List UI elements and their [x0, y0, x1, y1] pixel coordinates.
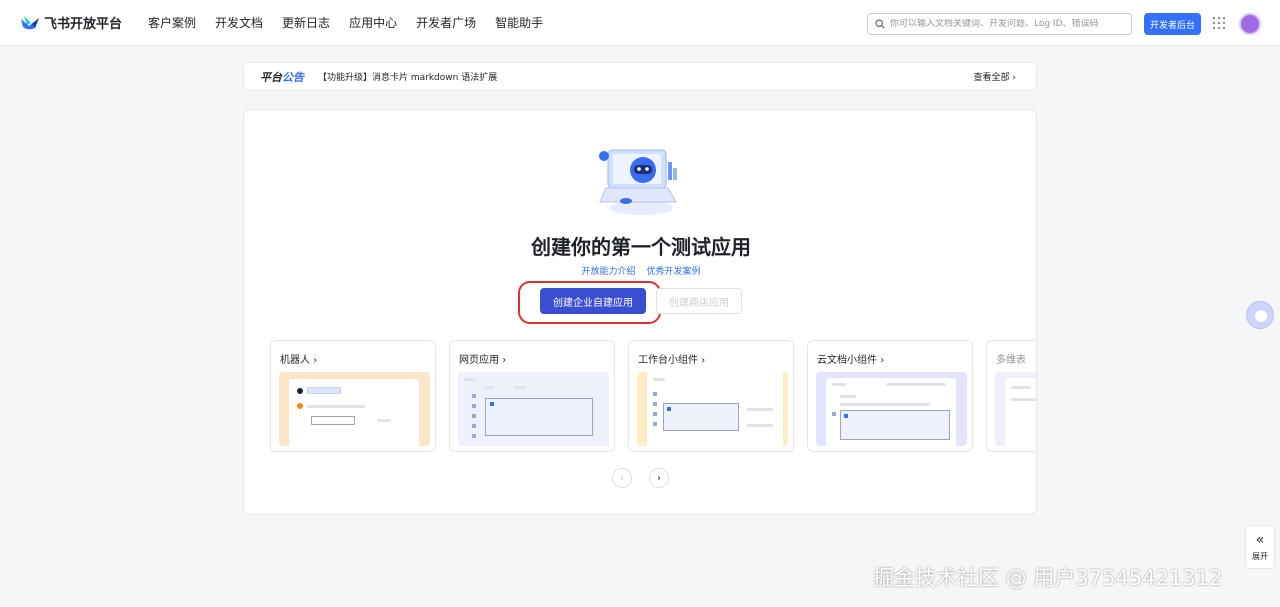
- announcement-bar: 平台公告 【功能升级】消息卡片 markdown 语法扩展 查看全部 ›: [243, 62, 1037, 91]
- robot-computer-illustration: [599, 149, 677, 215]
- assistant-mascot-icon[interactable]: [1246, 301, 1274, 329]
- app-type-carousel: 机器人 › 网页应用 › 工作台小组件 › 云文档小组件 › 多维表: [270, 340, 1036, 453]
- capability-intro-link[interactable]: 开放能力介绍: [582, 267, 636, 277]
- chevron-right-icon: ›: [701, 355, 706, 366]
- chevron-right-icon: ›: [502, 355, 507, 366]
- chevron-right-icon: ›: [313, 355, 318, 366]
- double-chevron-left-icon: «: [1255, 531, 1265, 548]
- nav-item-smart-assistant[interactable]: 智能助手: [495, 14, 543, 31]
- search-box[interactable]: [867, 13, 1132, 35]
- nav-item-dev-square[interactable]: 开发者广场: [416, 14, 476, 31]
- announcement-text[interactable]: 【功能升级】消息卡片 markdown 语法扩展: [318, 70, 497, 83]
- nav-item-changelog[interactable]: 更新日志: [282, 14, 330, 31]
- watermark-text: 掘金技术社区 @ 用户37545421312: [873, 566, 1223, 590]
- carousel-next-button[interactable]: ›: [649, 468, 669, 488]
- main-nav: 客户案例 开发文档 更新日志 应用中心 开发者广场 智能助手: [148, 14, 562, 31]
- announcement-view-all-link[interactable]: 查看全部 ›: [974, 70, 1016, 83]
- create-app-panel: 创建你的第一个测试应用 开放能力介绍 优秀开发案例 创建企业自建应用 创建商店应…: [243, 109, 1037, 515]
- search-icon: [875, 19, 885, 29]
- app-type-card-web-app[interactable]: 网页应用 ›: [449, 340, 615, 452]
- app-grid-icon[interactable]: [1213, 17, 1225, 29]
- card-preview: [637, 372, 788, 446]
- user-avatar[interactable]: [1239, 13, 1261, 35]
- app-type-card-doc-widget[interactable]: 云文档小组件 ›: [807, 340, 973, 452]
- intro-links: 开放能力介绍 优秀开发案例: [244, 264, 1038, 277]
- app-type-card-workspace-widget[interactable]: 工作台小组件 ›: [628, 340, 794, 452]
- card-title: 工作台小组件 ›: [638, 355, 706, 366]
- create-store-app-button[interactable]: 创建商店应用: [656, 288, 742, 314]
- announcement-title: 平台公告: [260, 70, 304, 84]
- app-type-card-bitable[interactable]: 多维表: [986, 340, 1036, 452]
- developer-console-button[interactable]: 开发者后台: [1144, 13, 1201, 35]
- top-navigation-bar: 飞书开放平台 客户案例 开发文档 更新日志 应用中心 开发者广场 智能助手 开发…: [0, 0, 1280, 46]
- expand-label: 展开: [1252, 551, 1268, 561]
- nav-item-dev-docs[interactable]: 开发文档: [215, 14, 263, 31]
- nav-item-customer-cases[interactable]: 客户案例: [148, 14, 196, 31]
- card-title: 云文档小组件 ›: [817, 355, 885, 366]
- dev-cases-link[interactable]: 优秀开发案例: [646, 267, 700, 277]
- card-title: 机器人 ›: [280, 355, 318, 366]
- page-headline: 创建你的第一个测试应用: [531, 235, 751, 259]
- card-preview: [279, 372, 430, 446]
- feishu-logo-icon: [21, 15, 39, 29]
- brand-logo[interactable]: 飞书开放平台: [20, 13, 122, 32]
- carousel-prev-button[interactable]: ‹: [612, 468, 632, 488]
- app-type-card-bot[interactable]: 机器人 ›: [270, 340, 436, 452]
- side-panel-expand-button[interactable]: « 展开: [1245, 525, 1275, 569]
- chevron-right-icon: ›: [880, 355, 885, 366]
- card-title: 多维表: [996, 355, 1026, 366]
- card-preview: [995, 372, 1036, 446]
- highlight-annotation: [518, 281, 661, 324]
- card-preview: [816, 372, 967, 446]
- card-preview: [458, 372, 609, 446]
- card-title: 网页应用 ›: [459, 355, 507, 366]
- search-input[interactable]: [890, 19, 1125, 29]
- nav-item-app-center[interactable]: 应用中心: [349, 14, 397, 31]
- brand-name: 飞书开放平台: [44, 17, 123, 32]
